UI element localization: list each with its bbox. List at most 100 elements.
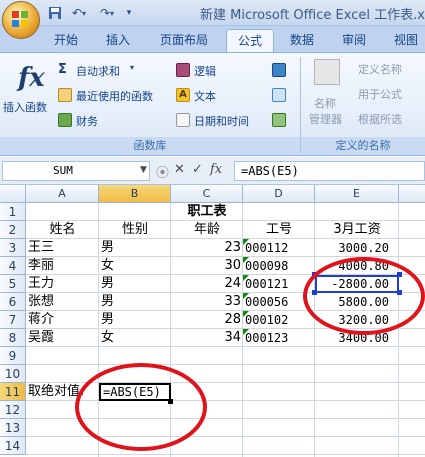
recent-functions-button[interactable]: 最近使用的函数 (58, 86, 168, 104)
range-handle[interactable] (397, 272, 402, 277)
function-library-label: 函数库 (0, 137, 300, 155)
window-title: 新建 Microsoft Office Excel 工作表.xls (200, 8, 425, 23)
enter-icon[interactable]: ✓ (192, 162, 203, 177)
table-cell[interactable]: 男 (99, 293, 171, 311)
table-cell[interactable]: 4000.80 (315, 257, 399, 275)
table-cell[interactable]: 000123 (243, 329, 315, 347)
table-cell[interactable]: 男 (99, 311, 171, 329)
save-icon[interactable] (46, 4, 64, 22)
header-cell-gender[interactable]: 性别 (99, 221, 171, 239)
redo-icon[interactable]: ↷ ▾ (94, 4, 120, 22)
table-cell[interactable]: 24 (171, 275, 243, 293)
logical-button[interactable]: 逻辑 (176, 61, 246, 79)
name-box[interactable]: SUM (2, 161, 150, 181)
row-header[interactable]: 1 (0, 203, 26, 221)
column-header-b[interactable]: B (99, 185, 171, 203)
table-cell[interactable]: 33 (171, 293, 243, 311)
row-header[interactable]: 8 (0, 329, 26, 347)
table-cell[interactable]: 女 (99, 329, 171, 347)
table-cell[interactable]: 000112 (243, 239, 315, 257)
table-cell[interactable]: 5800.00 (315, 293, 399, 311)
name-manager-button[interactable]: 名称 管理器 (306, 57, 348, 135)
undo-icon[interactable]: ↶ ▾ (66, 4, 92, 22)
row-header[interactable]: 4 (0, 257, 26, 275)
range-handle[interactable] (312, 272, 317, 277)
header-cell-age[interactable]: 年龄 (171, 221, 243, 239)
table-cell[interactable]: 30 (171, 257, 243, 275)
active-cell-b11[interactable]: =ABS(E5) (99, 383, 171, 401)
tab-page-layout[interactable]: 页面布局 (148, 29, 220, 52)
row-header[interactable]: 3 (0, 239, 26, 257)
header-cell-salary[interactable]: 3月工资 (315, 221, 399, 239)
lookup-icon[interactable] (272, 63, 286, 77)
chevron-down-icon: ▾ (130, 63, 135, 72)
text-button[interactable]: A 文本 (176, 86, 246, 104)
table-cell[interactable]: 3000.20 (315, 239, 399, 257)
chevron-down-icon[interactable]: ▾ (122, 4, 136, 22)
formula-input[interactable]: =ABS(E5) (234, 161, 425, 181)
create-from-selection-button[interactable]: 根据所选 (358, 111, 402, 127)
datetime-button[interactable]: 日期和时间 (176, 111, 266, 129)
row-header[interactable]: 7 (0, 311, 26, 329)
column-header-c[interactable]: C (171, 185, 243, 203)
financial-button[interactable]: 财务 (58, 111, 138, 129)
tab-data[interactable]: 数据 (280, 29, 324, 52)
table-cell[interactable]: 王三 (26, 239, 99, 257)
row-header[interactable]: 10 (0, 365, 26, 383)
row-header[interactable]: 9 (0, 347, 26, 365)
math-icon[interactable] (272, 88, 286, 102)
table-cell[interactable]: 张想 (26, 293, 99, 311)
table-cell[interactable]: 吴霞 (26, 329, 99, 347)
table-cell[interactable]: 李丽 (26, 257, 99, 275)
header-cell-id[interactable]: 工号 (243, 221, 315, 239)
row-header[interactable]: 2 (0, 221, 26, 239)
header-cell-name[interactable]: 姓名 (26, 221, 99, 239)
define-name-button[interactable]: 定义名称 (358, 61, 402, 77)
label-cell-a11[interactable]: 取绝对值: (26, 383, 99, 401)
row-header[interactable]: 12 (0, 401, 26, 419)
column-header-a[interactable]: A (26, 185, 99, 203)
table-cell[interactable]: 000056 (243, 293, 315, 311)
table-cell[interactable]: 蒋介 (26, 311, 99, 329)
table-cell[interactable]: 28 (171, 311, 243, 329)
tab-review[interactable]: 审阅 (332, 29, 376, 52)
table-cell[interactable]: 女 (99, 257, 171, 275)
select-all-corner[interactable] (0, 185, 26, 203)
referenced-cell-e5[interactable]: -2800.00 (315, 275, 399, 293)
insert-function-icon[interactable]: fx (210, 162, 222, 177)
autosum-button[interactable]: Σ 自动求和 ▾ (58, 61, 168, 79)
tab-formulas[interactable]: 公式 (226, 29, 274, 52)
row-header[interactable]: 13 (0, 419, 26, 437)
tab-view[interactable]: 视图 (384, 29, 425, 52)
cancel-icon[interactable]: ✕ (174, 162, 185, 177)
row-header[interactable]: 5 (0, 275, 26, 293)
table-cell[interactable]: 000102 (243, 311, 315, 329)
fill-handle[interactable] (168, 399, 173, 404)
table-cell[interactable]: 男 (99, 239, 171, 257)
row-header[interactable]: 6 (0, 293, 26, 311)
table-cell[interactable]: 000121 (243, 275, 315, 293)
office-button[interactable] (2, 1, 40, 39)
ribbon: fx 插入函数 Σ 自动求和 ▾ 最近使用的函数 财务 逻辑 A 文本 日期和时… (0, 52, 425, 156)
table-cell[interactable]: 男 (99, 275, 171, 293)
insert-function-button[interactable]: fx 插入函数 (0, 55, 54, 135)
column-header-d[interactable]: D (243, 185, 315, 203)
row-header[interactable]: 14 (0, 437, 26, 455)
column-header-f[interactable] (399, 185, 425, 203)
column-header-e[interactable]: E (315, 185, 399, 203)
insert-function-label: 插入函数 (3, 101, 47, 114)
more-functions-icon[interactable] (272, 113, 286, 127)
table-cell[interactable]: 34 (171, 329, 243, 347)
table-cell[interactable]: 3200.00 (315, 311, 399, 329)
table-cell[interactable]: 23 (171, 239, 243, 257)
row-header[interactable]: 11 (0, 383, 26, 401)
table-cell[interactable]: 王力 (26, 275, 99, 293)
star-icon (58, 88, 72, 102)
tab-home[interactable]: 开始 (44, 29, 88, 52)
chevron-down-icon[interactable]: ▼ (140, 165, 147, 175)
use-in-formula-button[interactable]: 用于公式 (358, 86, 402, 102)
table-cell[interactable]: 3400.00 (315, 329, 399, 347)
table-cell[interactable]: 000098 (243, 257, 315, 275)
sheet-title[interactable]: 职工表 (171, 203, 243, 221)
tab-insert[interactable]: 插入 (96, 29, 140, 52)
